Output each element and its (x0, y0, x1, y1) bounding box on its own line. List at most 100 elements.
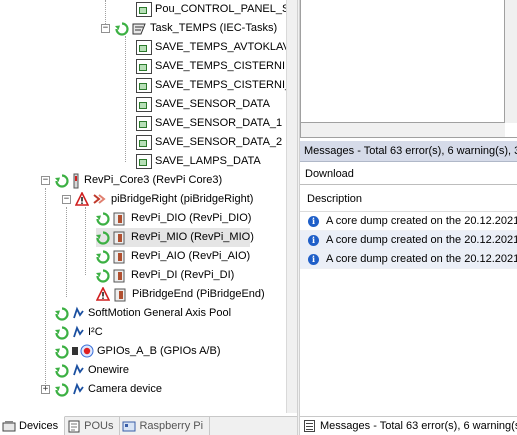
messages-table: Description i A core dump created on the… (300, 186, 517, 413)
editor-area (300, 0, 517, 138)
tree-item-label: PiBridgeEnd (PiBridgeEnd) (132, 288, 265, 300)
messages-bottom-tab[interactable]: Messages - Total 63 error(s), 6 warning(… (300, 416, 517, 435)
pou-icon (136, 2, 152, 17)
editor-horizontal-scrollbar[interactable] (301, 123, 505, 137)
task-icon (131, 22, 147, 36)
tree-guide (66, 207, 67, 297)
io-module-icon (112, 250, 128, 264)
bus-icon (71, 363, 85, 379)
running-status-icon (55, 325, 69, 340)
tree-item-label: SAVE_TEMPS_AVTOKLAV (155, 41, 286, 53)
tree-item-label: RevPi_DI (RevPi_DI) (131, 269, 235, 281)
message-row[interactable]: i A core dump created on the 20.12.2021 (300, 231, 517, 250)
tree-item-task-temps[interactable]: Task_TEMPS (IEC-Tasks) (115, 19, 277, 38)
tree-item-label: SAVE_TEMPS_CISTERNI (155, 60, 285, 72)
message-row[interactable]: i A core dump created on the 20.12.2021 (300, 212, 517, 231)
tree-item-save-lamps-data[interactable]: SAVE_LAMPS_DATA (136, 152, 261, 171)
running-status-icon (115, 21, 129, 36)
connector-icon (71, 344, 79, 360)
axis-icon (71, 306, 85, 322)
running-status-icon (55, 382, 69, 397)
messages-category-selector[interactable]: Download (300, 163, 517, 185)
tree-item-revpi-mio[interactable]: RevPi_MIO (RevPi_MIO) (96, 228, 254, 247)
messages-category-label: Download (305, 168, 354, 180)
tree-guide (45, 188, 46, 392)
collapse-toggle[interactable]: − (62, 195, 71, 204)
running-status-icon (55, 173, 69, 188)
gpio-icon (80, 344, 94, 360)
running-status-icon (96, 230, 110, 245)
collapse-toggle[interactable]: − (41, 176, 50, 185)
tree-item-gpios-a-b[interactable]: GPIOs_A_B (GPIOs A/B) (55, 342, 220, 361)
expand-toggle[interactable]: + (41, 385, 50, 394)
tree-item-softmotion-axis-pool[interactable]: SoftMotion General Axis Pool (55, 304, 231, 323)
tree-item-label: RevPi_AIO (RevPi_AIO) (131, 250, 251, 262)
info-icon: i (308, 234, 319, 246)
tree-item-revpi-core3[interactable]: RevPi_Core3 (RevPi Core3) (55, 171, 222, 190)
editor-vertical-scrollbar[interactable] (505, 0, 517, 123)
program-call-icon (136, 154, 152, 169)
tree-item-label: RevPi_MIO (RevPi_MIO) (131, 231, 254, 243)
tree-item-label: I²C (88, 326, 103, 338)
devices-tab-icon (2, 420, 16, 433)
tree-item-revpi-aio[interactable]: RevPi_AIO (RevPi_AIO) (96, 247, 250, 266)
info-icon: i (308, 253, 319, 265)
program-call-icon (136, 78, 152, 93)
messages-panel-title: Messages - Total 63 error(s), 6 warning(… (300, 141, 517, 162)
tree-item-camera-device[interactable]: Camera device (55, 380, 162, 399)
tree-item-label: SAVE_TEMPS_CISTERNI_ (155, 79, 286, 91)
tree-item-save-temps-cisterni[interactable]: SAVE_TEMPS_CISTERNI (136, 57, 285, 76)
device-icon (71, 173, 81, 189)
collapse-toggle[interactable]: − (101, 24, 110, 33)
tree-item-save-sensor-data-2[interactable]: SAVE_SENSOR_DATA_2 (136, 133, 282, 152)
tree-guide (85, 207, 86, 275)
tree-item-save-temps-avtoklav[interactable]: SAVE_TEMPS_AVTOKLAV (136, 38, 286, 57)
message-text: A core dump created on the 20.12.2021 (326, 253, 517, 265)
tree-guide (125, 36, 126, 162)
editor-canvas[interactable] (301, 0, 505, 123)
io-module-icon (112, 212, 128, 226)
io-module-icon (112, 231, 128, 245)
tab-devices[interactable]: Devices (0, 416, 66, 435)
running-status-icon (55, 363, 69, 378)
program-call-icon (136, 116, 152, 131)
program-call-icon (136, 40, 152, 55)
tree-item-label: SoftMotion General Axis Pool (88, 307, 232, 319)
tree-item-revpi-dio[interactable]: RevPi_DIO (RevPi_DIO) (96, 209, 251, 228)
message-row[interactable]: i A core dump created on the 20.12.2021 (300, 250, 517, 269)
tree-item-revpi-di[interactable]: RevPi_DI (RevPi_DI) (96, 266, 234, 285)
tree-item-onewire[interactable]: Onewire (55, 361, 129, 380)
tree-item-pou-control-panel[interactable]: Pou_CONTROL_PANEL_S (136, 0, 286, 19)
message-text: A core dump created on the 20.12.2021 (326, 234, 517, 246)
tab-raspberry-pi[interactable]: Raspberry Pi (120, 417, 211, 435)
tree-vertical-scrollbar[interactable] (286, 0, 297, 413)
tab-label: Devices (19, 420, 59, 432)
tree-item-label: piBridgeRight (piBridgeRight) (111, 193, 254, 205)
tree-item-save-sensor-data[interactable]: SAVE_SENSOR_DATA (136, 95, 270, 114)
program-call-icon (136, 97, 152, 112)
tree-item-label: SAVE_LAMPS_DATA (155, 155, 261, 167)
running-status-icon (96, 268, 110, 283)
tree-item-label: SAVE_SENSOR_DATA_2 (155, 136, 283, 148)
navigator-tab-bar: Devices POUs Raspberry Pi (0, 416, 297, 435)
tree-item-pibridge-right[interactable]: piBridgeRight (piBridgeRight) (74, 190, 254, 209)
io-module-icon (113, 288, 129, 302)
tree-item-label: Task_TEMPS (IEC-Tasks) (150, 22, 278, 34)
messages-bottom-tab-label: Messages - Total 63 error(s), 6 warning(… (320, 420, 517, 432)
tree-item-label: Onewire (88, 364, 129, 376)
tree-item-i2c[interactable]: I²C (55, 323, 103, 342)
tree-item-save-sensor-data-1[interactable]: SAVE_SENSOR_DATA_1 (136, 114, 282, 133)
tree-item-label: RevPi_Core3 (RevPi Core3) (84, 174, 223, 186)
column-header-description[interactable]: Description (300, 186, 517, 212)
device-tree[interactable]: Pou_CONTROL_PANEL_S − Task_TEMPS (IEC-Ta… (0, 0, 286, 413)
tree-item-label: SAVE_SENSOR_DATA (155, 98, 270, 110)
warning-icon (74, 190, 90, 208)
tab-label: POUs (84, 420, 114, 432)
tree-item-pibridge-end[interactable]: PiBridgeEnd (PiBridgeEnd) (95, 285, 265, 304)
running-status-icon (96, 211, 110, 226)
running-status-icon (55, 306, 69, 321)
tree-item-save-temps-cisterni-2[interactable]: SAVE_TEMPS_CISTERNI_ (136, 76, 286, 95)
tree-item-label: SAVE_SENSOR_DATA_1 (155, 117, 283, 129)
tree-item-label: Pou_CONTROL_PANEL_S (155, 3, 286, 15)
tab-pous[interactable]: POUs (65, 417, 121, 435)
